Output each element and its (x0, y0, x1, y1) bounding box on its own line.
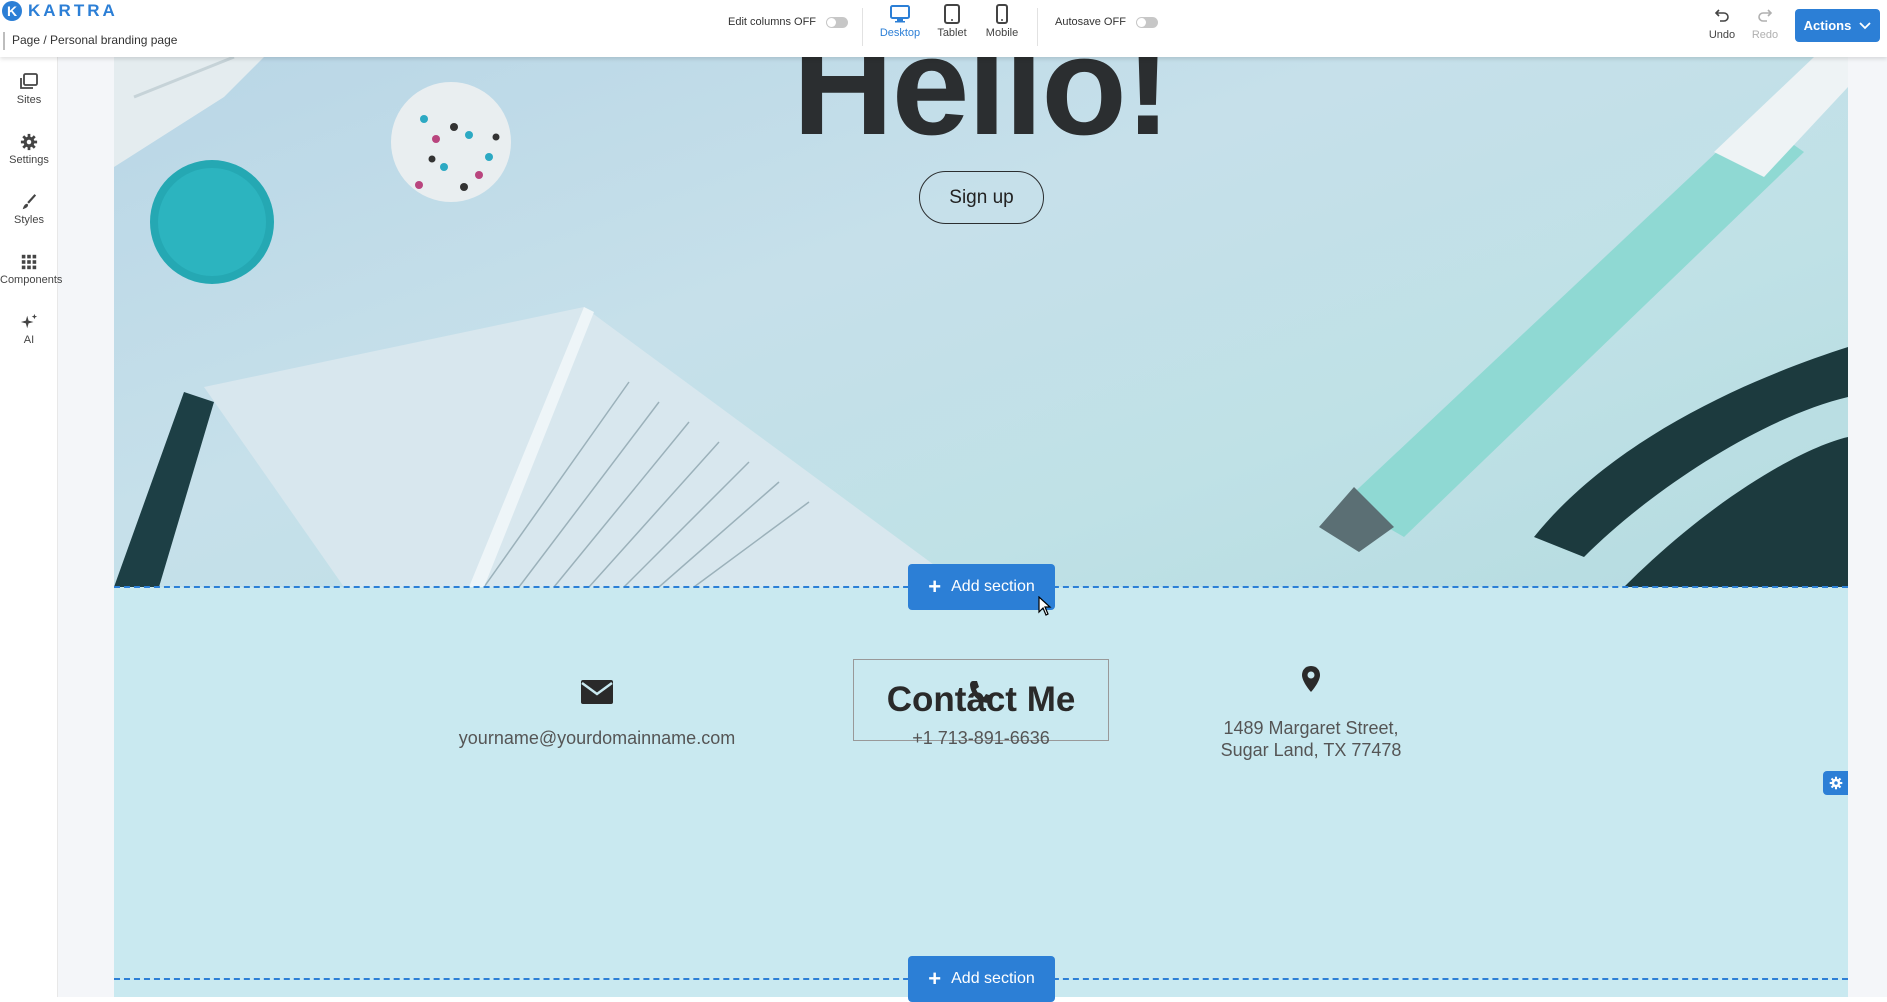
edit-columns-toggle[interactable]: Edit columns OFF (728, 16, 849, 28)
sidebar-item-ai[interactable]: AI (0, 313, 58, 346)
grid-icon (21, 254, 37, 270)
redo-button[interactable]: Redo (1745, 7, 1785, 41)
chevron-down-icon (1859, 21, 1871, 29)
redo-label: Redo (1751, 29, 1779, 41)
device-mobile-button[interactable]: Mobile (977, 4, 1027, 39)
pages-icon (20, 73, 38, 89)
breadcrumb: Page / Personal branding page (12, 33, 178, 47)
phone-icon (970, 681, 992, 703)
gear-icon (1829, 776, 1842, 790)
edit-columns-label: Edit columns OFF (728, 16, 817, 28)
sparkle-icon (20, 313, 38, 329)
hero-title[interactable]: Hello! (114, 57, 1848, 167)
sidebar-item-label: Components (0, 274, 63, 286)
brush-icon (22, 194, 37, 210)
left-sidebar: Sites Settings Styles Components AI (0, 57, 62, 997)
add-section-label: Add section (951, 578, 1035, 595)
sidebar-item-components[interactable]: Components (0, 253, 62, 286)
section-settings-button[interactable] (1823, 771, 1848, 795)
envelope-icon (581, 680, 613, 704)
add-section-label: Add section (951, 970, 1035, 987)
mobile-icon (996, 4, 1008, 24)
contact-email-text: yourname@yourdomainname.com (458, 728, 736, 748)
contact-phone-text: +1 713-891-6636 (912, 728, 1050, 748)
contact-phone[interactable]: +1 713-891-6636 (864, 679, 1098, 749)
autosave-label: Autosave OFF (1055, 16, 1126, 28)
device-desktop-button[interactable]: Desktop (875, 4, 925, 39)
actions-button[interactable]: Actions (1795, 9, 1880, 42)
sidebar-item-styles[interactable]: Styles (0, 193, 58, 226)
contact-address-line1: 1489 Margaret Street, (1223, 718, 1399, 738)
sidebar-item-label: AI (23, 334, 35, 346)
autosave-toggle[interactable]: Autosave OFF (1055, 16, 1158, 28)
map-pin-icon (1302, 666, 1320, 692)
actions-label: Actions (1803, 18, 1852, 33)
device-mobile-label: Mobile (985, 27, 1019, 39)
device-tablet-button[interactable]: Tablet (927, 4, 977, 39)
plus-icon: + (928, 574, 942, 599)
edit-columns-switch[interactable] (826, 16, 849, 28)
desktop-icon (890, 5, 910, 23)
kartra-logo[interactable]: K KARTRA (2, 1, 118, 21)
hero-section[interactable]: Hello! Sign up (114, 57, 1848, 587)
toolbar-divider (1037, 8, 1038, 46)
sidebar-item-sites[interactable]: Sites (0, 73, 58, 106)
device-tablet-label: Tablet (937, 27, 967, 39)
toolbar-divider (862, 8, 863, 46)
redo-icon (1758, 9, 1773, 22)
sidebar-item-label: Sites (16, 94, 42, 106)
plus-icon: + (928, 966, 942, 991)
sidebar-item-label: Settings (9, 154, 49, 166)
contact-address-line2: Sugar Land, TX 77478 (1220, 740, 1402, 760)
sign-up-button[interactable]: Sign up (919, 171, 1044, 224)
contact-email[interactable]: yourname@yourdomainname.com (444, 679, 750, 749)
device-desktop-label: Desktop (879, 27, 921, 39)
contact-section[interactable]: Contact Me yourname@yourdomainname.com +… (114, 587, 1848, 997)
sidebar-item-label: Styles (14, 214, 44, 226)
add-section-button[interactable]: + Add section (908, 956, 1055, 1002)
mouse-cursor-icon (1038, 596, 1052, 616)
add-section-button[interactable]: + Add section (908, 564, 1055, 610)
contact-address[interactable]: 1489 Margaret Street, Sugar Land, TX 774… (1194, 665, 1428, 761)
tablet-icon (944, 4, 960, 24)
logo-mark: K (2, 1, 22, 21)
gear-icon (20, 133, 38, 151)
undo-button[interactable]: Undo (1702, 7, 1742, 41)
undo-label: Undo (1708, 29, 1736, 41)
sidebar-item-settings[interactable]: Settings (0, 133, 58, 166)
undo-icon (1714, 9, 1729, 22)
logo-wordmark: KARTRA (28, 1, 118, 20)
top-bar: K KARTRA Page / Personal branding page E… (0, 0, 1887, 57)
autosave-switch[interactable] (1135, 16, 1158, 28)
breadcrumb-divider (3, 32, 5, 50)
